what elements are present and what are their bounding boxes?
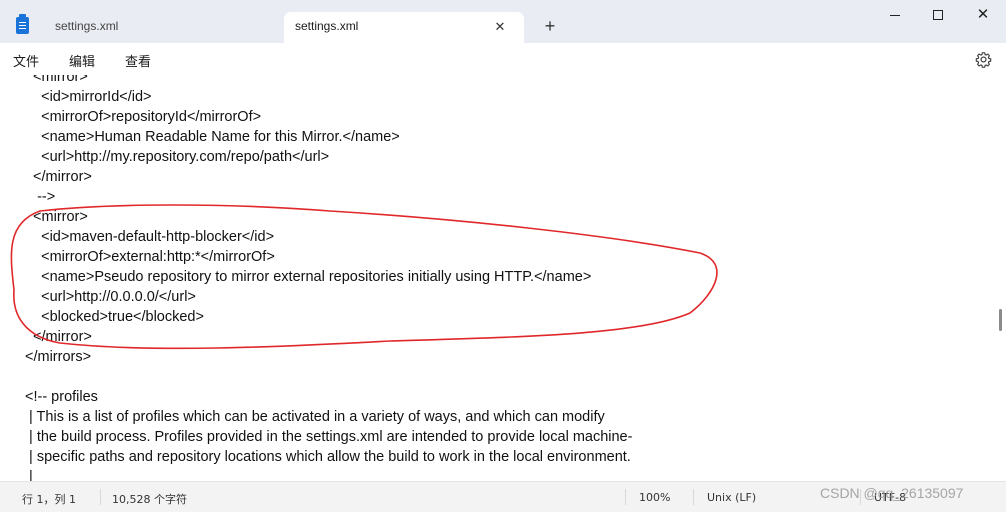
code-line: </mirrors> (25, 349, 92, 365)
code-line: <mirror> (25, 209, 88, 225)
code-line: <id>maven-default-http-blocker</id> (25, 229, 275, 245)
settings-gear-icon[interactable] (975, 51, 992, 68)
close-window-button[interactable]: ✕ (968, 4, 998, 26)
text-editor[interactable]: <mirror> <id>mirrorId</id> <mirrorOf>rep… (0, 75, 996, 481)
menu-bar: 文件 编辑 查看 (0, 43, 1006, 75)
close-tab-icon[interactable]: ✕ (492, 19, 508, 35)
code-line: <url>http://0.0.0.0/</url> (25, 289, 196, 305)
line-ending: Unix (LF) (707, 491, 757, 504)
cursor-position: 行 1，列 1 (22, 493, 76, 506)
notepad-app-icon (16, 14, 29, 34)
vertical-scrollbar[interactable] (996, 75, 1006, 481)
code-line: | specific paths and repository location… (25, 449, 631, 465)
scrollbar-thumb[interactable] (999, 309, 1002, 331)
new-tab-button[interactable]: + (540, 16, 560, 36)
code-line: </mirror> (25, 329, 92, 345)
status-divider (693, 489, 694, 505)
code-line: <mirrorOf>repositoryId</mirrorOf> (25, 109, 262, 125)
character-count: 10,528 个字符 (112, 493, 187, 506)
code-line: --> (25, 189, 56, 205)
tab-settings-xml-2[interactable]: settings.xml ✕ (284, 12, 524, 43)
menu-view[interactable]: 查看 (125, 51, 151, 70)
code-line: | (25, 469, 33, 481)
code-line: <id>mirrorId</id> (25, 89, 152, 105)
status-divider (100, 489, 101, 505)
tab-label: settings.xml (295, 19, 359, 33)
menu-file[interactable]: 文件 (13, 51, 39, 70)
code-line: </mirror> (25, 169, 92, 185)
zoom-level: 100% (639, 491, 671, 504)
code-line: <url>http://my.repository.com/repo/path<… (25, 149, 330, 165)
tab-label: settings.xml (55, 19, 119, 33)
title-bar: settings.xml settings.xml ✕ + ✕ (0, 0, 1006, 43)
code-line: | This is a list of profiles which can b… (25, 409, 605, 425)
code-line: <blocked>true</blocked> (25, 309, 204, 325)
code-line: | the build process. Profiles provided i… (25, 429, 633, 445)
code-line: <name>Pseudo repository to mirror extern… (25, 269, 592, 285)
minimize-button[interactable] (880, 4, 910, 26)
code-line: <!-- profiles (25, 389, 98, 405)
menu-edit[interactable]: 编辑 (69, 51, 95, 70)
tab-settings-xml-1[interactable]: settings.xml (44, 12, 276, 43)
code-line: <mirrorOf>external:http:*</mirrorOf> (25, 249, 275, 265)
maximize-button[interactable] (923, 4, 953, 26)
watermark-text: CSDN @qq_26135097 (820, 485, 964, 501)
code-line: <mirror> (25, 75, 88, 85)
status-divider (625, 489, 626, 505)
code-line: <name>Human Readable Name for this Mirro… (25, 129, 400, 145)
